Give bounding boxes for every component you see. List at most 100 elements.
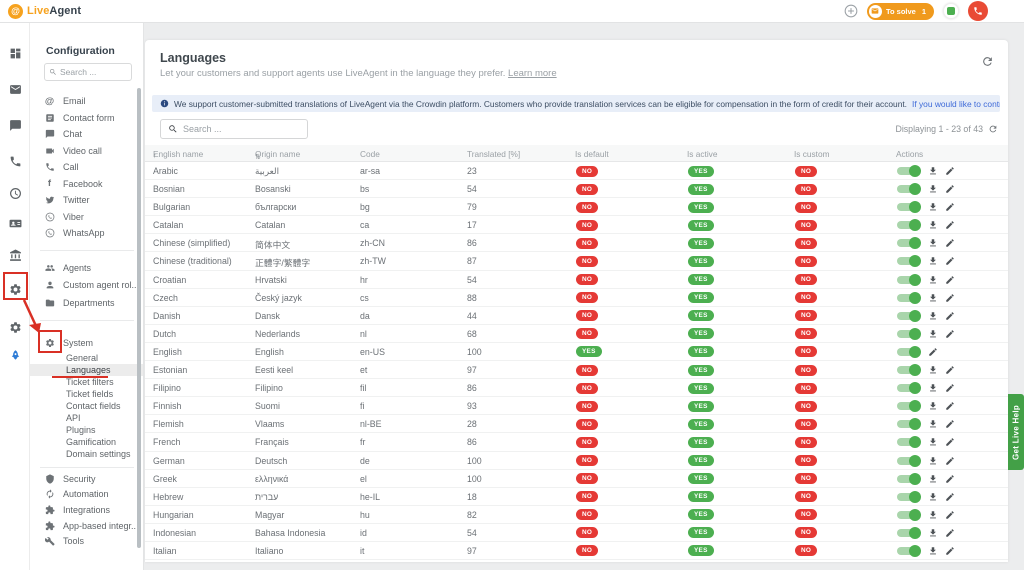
banner-link[interactable]: If you would like to contribute to the t… — [912, 99, 1000, 109]
active-toggle[interactable] — [897, 545, 921, 557]
sidebar-item-integrations[interactable]: Integrations — [30, 502, 143, 518]
rail-item-chats[interactable] — [5, 115, 25, 135]
rail-item-calls[interactable] — [5, 151, 25, 171]
active-toggle[interactable] — [897, 201, 921, 213]
get-live-help-tab[interactable]: Get Live Help — [1008, 394, 1024, 470]
calls-status-button[interactable] — [968, 1, 988, 21]
rail-item-getting-started[interactable] — [5, 345, 25, 365]
edit-pencil-icon[interactable] — [945, 492, 955, 502]
sidebar-item-email[interactable]: @Email — [30, 93, 143, 110]
rail-item-setup[interactable] — [5, 317, 25, 337]
sidebar-item-video-call[interactable]: Video call — [30, 143, 143, 160]
to-solve-button[interactable]: To solve 1 — [867, 3, 934, 20]
sidebar-item-agents[interactable]: Agents — [30, 259, 143, 277]
table-search[interactable] — [160, 119, 308, 139]
download-icon[interactable] — [928, 256, 938, 266]
edit-pencil-icon[interactable] — [945, 166, 955, 176]
sidebar-item-call[interactable]: Call — [30, 159, 143, 176]
add-new-icon[interactable] — [844, 4, 858, 18]
active-toggle[interactable] — [897, 491, 921, 503]
sidebar-item-twitter[interactable]: Twitter — [30, 192, 143, 209]
download-icon[interactable] — [928, 401, 938, 411]
edit-pencil-icon[interactable] — [945, 329, 955, 339]
download-icon[interactable] — [928, 419, 938, 429]
rail-item-settings[interactable] — [5, 279, 25, 299]
download-icon[interactable] — [928, 437, 938, 447]
edit-pencil-icon[interactable] — [945, 456, 955, 466]
edit-pencil-icon[interactable] — [945, 365, 955, 375]
download-icon[interactable] — [928, 528, 938, 538]
sidebar-subitem-ticket-filters[interactable]: Ticket filters — [30, 376, 143, 388]
sidebar-item-automation[interactable]: Automation — [30, 487, 143, 503]
sidebar-subitem-contact-fields[interactable]: Contact fields — [30, 400, 143, 412]
edit-pencil-icon[interactable] — [945, 220, 955, 230]
active-toggle[interactable] — [897, 473, 921, 485]
download-icon[interactable] — [928, 166, 938, 176]
edit-pencil-icon[interactable] — [945, 510, 955, 520]
active-toggle[interactable] — [897, 292, 921, 304]
table-search-input[interactable] — [183, 124, 293, 134]
active-toggle[interactable] — [897, 183, 921, 195]
active-toggle[interactable] — [897, 382, 921, 394]
liveagent-logo[interactable]: @ LiveAgent — [8, 4, 81, 19]
sidebar-item-departments[interactable]: Departments — [30, 294, 143, 312]
sidebar-item-contact-form[interactable]: Contact form — [30, 110, 143, 127]
active-toggle[interactable] — [897, 509, 921, 521]
active-toggle[interactable] — [897, 310, 921, 322]
active-toggle[interactable] — [897, 400, 921, 412]
edit-pencil-icon[interactable] — [945, 275, 955, 285]
active-toggle[interactable] — [897, 165, 921, 177]
download-icon[interactable] — [928, 492, 938, 502]
active-toggle[interactable] — [897, 274, 921, 286]
sidebar-item-custom-agent-rol[interactable]: Custom agent rol.. — [30, 277, 143, 295]
edit-pencil-icon[interactable] — [945, 293, 955, 303]
active-toggle[interactable] — [897, 364, 921, 376]
edit-pencil-icon[interactable] — [945, 202, 955, 212]
download-icon[interactable] — [928, 275, 938, 285]
sidebar-search[interactable] — [44, 63, 132, 81]
download-icon[interactable] — [928, 293, 938, 303]
learn-more-link[interactable]: Learn more — [508, 68, 557, 79]
rail-item-dashboard[interactable] — [5, 43, 25, 63]
sidebar-subitem-gamification[interactable]: Gamification — [30, 436, 143, 448]
rail-item-contacts[interactable] — [5, 213, 25, 233]
active-toggle[interactable] — [897, 436, 921, 448]
edit-pencil-icon[interactable] — [945, 401, 955, 411]
sidebar-item-app-based-integr[interactable]: App-based integr.. — [30, 518, 143, 534]
edit-pencil-icon[interactable] — [945, 238, 955, 248]
edit-pencil-icon[interactable] — [945, 256, 955, 266]
active-toggle[interactable] — [897, 255, 921, 267]
active-toggle[interactable] — [897, 418, 921, 430]
download-icon[interactable] — [928, 456, 938, 466]
sidebar-item-security[interactable]: Security — [30, 471, 143, 487]
download-icon[interactable] — [928, 365, 938, 375]
download-icon[interactable] — [928, 184, 938, 194]
rail-item-billing[interactable] — [5, 245, 25, 265]
download-icon[interactable] — [928, 383, 938, 393]
sidebar-scrollbar[interactable] — [137, 88, 141, 548]
download-icon[interactable] — [928, 220, 938, 230]
sidebar-subitem-ticket-fields[interactable]: Ticket fields — [30, 388, 143, 400]
sidebar-search-input[interactable] — [60, 67, 120, 77]
sidebar-item-system[interactable]: System — [30, 333, 143, 352]
sidebar-subitem-api[interactable]: API — [30, 412, 143, 424]
active-toggle[interactable] — [897, 527, 921, 539]
download-icon[interactable] — [928, 329, 938, 339]
column-header-english-name[interactable]: ↑English name — [153, 149, 203, 159]
sidebar-item-whatsapp[interactable]: WhatsApp — [30, 225, 143, 242]
download-icon[interactable] — [928, 510, 938, 520]
download-icon[interactable] — [928, 546, 938, 556]
download-icon[interactable] — [928, 474, 938, 484]
edit-pencil-icon[interactable] — [945, 474, 955, 484]
edit-pencil-icon[interactable] — [945, 546, 955, 556]
edit-pencil-icon[interactable] — [928, 347, 938, 357]
download-icon[interactable] — [928, 311, 938, 321]
download-icon[interactable] — [928, 202, 938, 212]
sidebar-subitem-languages[interactable]: Languages — [30, 364, 143, 376]
edit-pencil-icon[interactable] — [945, 311, 955, 321]
edit-pencil-icon[interactable] — [945, 419, 955, 429]
edit-pencil-icon[interactable] — [945, 184, 955, 194]
column-header-origin-name[interactable]: ⇅Origin name — [255, 149, 300, 159]
sidebar-item-facebook[interactable]: fFacebook — [30, 176, 143, 193]
active-toggle[interactable] — [897, 237, 921, 249]
